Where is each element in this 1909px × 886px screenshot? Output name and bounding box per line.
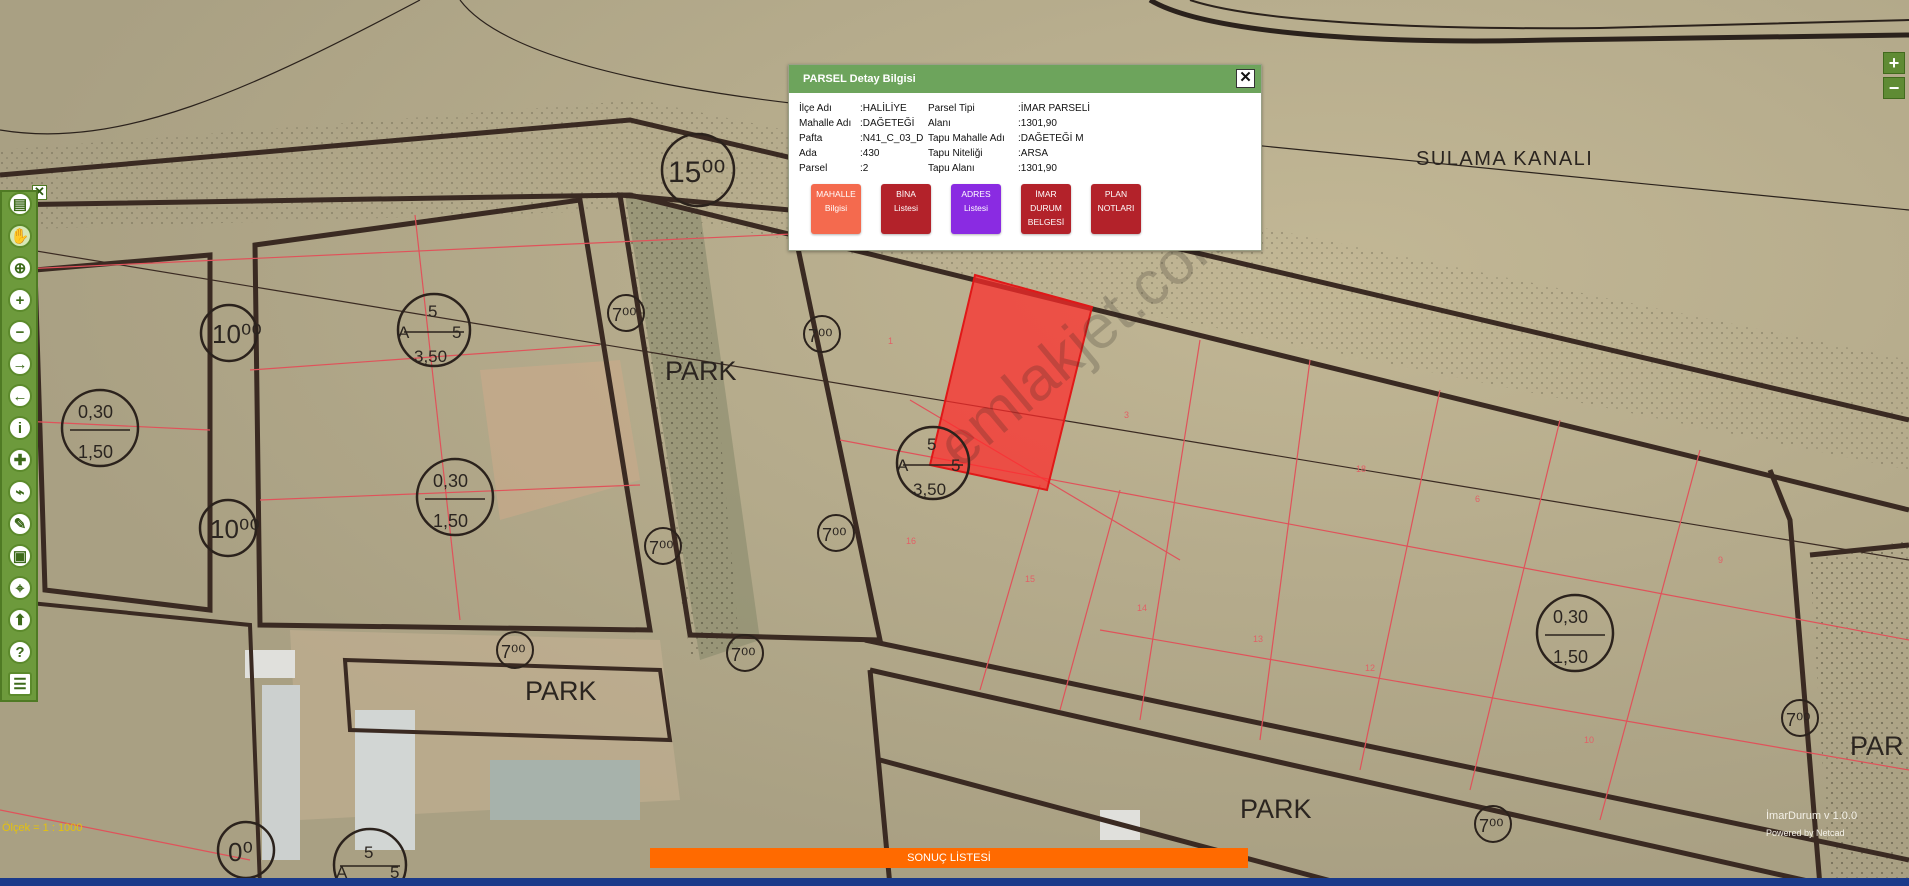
svg-text:1,50: 1,50 (433, 511, 468, 531)
svg-text:7⁰⁰: 7⁰⁰ (649, 538, 673, 558)
info-row: Tapu Alanı:1301,90 (928, 163, 1057, 174)
draw-icon[interactable]: ✎ (8, 512, 32, 536)
svg-text:1,50: 1,50 (1553, 647, 1588, 667)
svg-text:5: 5 (364, 843, 373, 862)
export-icon[interactable]: ⬆ (8, 608, 32, 632)
label-park-bottom-left: PARK (525, 676, 597, 706)
next-extent-icon[interactable]: → (8, 352, 32, 376)
location-icon[interactable]: ⌖ (8, 576, 32, 600)
svg-text:10: 10 (1584, 735, 1594, 745)
parcel-info-left: İlçe Adı:HALİLİYE Mahalle Adı:DAĞETEĞİ P… (799, 101, 924, 176)
svg-text:14: 14 (1137, 603, 1147, 613)
previous-extent-icon[interactable]: ← (8, 384, 32, 408)
svg-text:7⁰⁰: 7⁰⁰ (731, 645, 755, 665)
svg-text:15⁰⁰: 15⁰⁰ (668, 156, 725, 189)
svg-text:10⁰⁰: 10⁰⁰ (212, 319, 262, 349)
plan-notlari-button[interactable]: PLAN NOTLARI (1091, 184, 1141, 234)
svg-text:5: 5 (428, 302, 437, 321)
info-row: İlçe Adı:HALİLİYE (799, 103, 907, 114)
svg-text:7⁰⁰: 7⁰⁰ (822, 525, 846, 545)
svg-text:5: 5 (927, 435, 936, 454)
svg-text:16: 16 (906, 536, 916, 546)
parcel-info-right: Parsel Tipi:İMAR PARSELİ Alanı:1301,90 T… (928, 101, 1098, 176)
zoom-in-button[interactable]: + (1883, 52, 1905, 74)
svg-text:0,30: 0,30 (78, 402, 113, 422)
zoom-out-icon[interactable]: − (8, 320, 32, 344)
svg-text:18: 18 (1356, 464, 1366, 474)
print-icon[interactable]: ▣ (8, 544, 32, 568)
info-row: Mahalle Adı:DAĞETEĞİ (799, 118, 915, 129)
map-toolbar: ▤ ✋ ⊕ + − → ← i ✚ ⌁ ✎ ▣ ⌖ ⬆ ? ☰ (0, 190, 38, 702)
svg-text:7⁰⁰: 7⁰⁰ (1786, 710, 1810, 730)
svg-text:5: 5 (951, 456, 960, 475)
pan-icon[interactable]: ✋ (8, 224, 32, 248)
svg-text:10⁰⁰: 10⁰⁰ (210, 514, 260, 544)
svg-text:6: 6 (1475, 494, 1480, 504)
popup-header: PARSEL Detay Bilgisi ✕ (789, 65, 1261, 93)
zoom-out-button[interactable]: − (1883, 77, 1905, 99)
results-list-button[interactable]: SONUÇ LİSTESİ (650, 848, 1248, 868)
adres-listesi-button[interactable]: ADRES Listesi (951, 184, 1001, 234)
info-row: Tapu Niteliği:ARSA (928, 148, 1049, 159)
popup-close-button[interactable]: ✕ (1236, 69, 1255, 88)
info-icon[interactable]: i (8, 416, 32, 440)
svg-text:3,50: 3,50 (913, 480, 946, 499)
svg-text:12: 12 (1365, 663, 1375, 673)
mahalle-bilgisi-button[interactable]: MAHALLE Bilgisi (811, 184, 861, 234)
help-icon[interactable]: ? (8, 640, 32, 664)
svg-text:9: 9 (1718, 555, 1723, 565)
svg-text:1: 1 (888, 336, 893, 346)
svg-text:3,50: 3,50 (414, 347, 447, 366)
svg-text:7⁰⁰: 7⁰⁰ (501, 642, 525, 662)
popup-title: PARSEL Detay Bilgisi (803, 73, 916, 85)
info-row: Parsel Tipi:İMAR PARSELİ (928, 103, 1091, 114)
measure-icon[interactable]: ⌁ (8, 480, 32, 504)
svg-text:15: 15 (1025, 574, 1035, 584)
label-sulama-kanali: SULAMA KANALI (1416, 148, 1593, 170)
label-park-bottom-right: PARK (1240, 794, 1312, 824)
bottom-strip (0, 878, 1909, 886)
menu-icon[interactable]: ☰ (8, 672, 32, 696)
version-label: İmarDurum v 1.0.0 (1766, 810, 1858, 822)
svg-text:A: A (897, 456, 909, 475)
svg-text:13: 13 (1253, 634, 1263, 644)
parcel-detail-popup: PARSEL Detay Bilgisi ✕ İlçe Adı:HALİLİYE… (788, 64, 1262, 251)
layers-icon[interactable]: ▤ (8, 192, 32, 216)
info-row: Tapu Mahalle Adı:DAĞETEĞİ M (928, 133, 1084, 144)
building (490, 760, 640, 820)
svg-text:0⁰: 0⁰ (228, 837, 253, 867)
svg-text:7⁰⁰: 7⁰⁰ (612, 305, 636, 325)
info-row: Parsel:2 (799, 163, 869, 174)
scale-readout: Ölçek = 1 : 1000 (2, 822, 83, 834)
info-row: Ada:430 (799, 148, 880, 159)
svg-text:0,30: 0,30 (433, 471, 468, 491)
svg-text:7⁰⁰: 7⁰⁰ (1479, 816, 1503, 836)
svg-text:0,30: 0,30 (1553, 607, 1588, 627)
info-row: Pafta:N41_C_03_D (799, 133, 924, 144)
label-park-top: PARK (665, 356, 737, 386)
bina-listesi-button[interactable]: BİNA Listesi (881, 184, 931, 234)
label-park-far-right: PAR (1850, 731, 1904, 761)
svg-text:5: 5 (452, 323, 461, 342)
identify-icon[interactable]: ✚ (8, 448, 32, 472)
full-extent-icon[interactable]: ⊕ (8, 256, 32, 280)
imar-durum-belgesi-button[interactable]: İMAR DURUM BELGESİ (1021, 184, 1071, 234)
svg-text:1,50: 1,50 (78, 442, 113, 462)
powered-by-label: Powered by Netcad (1766, 828, 1845, 838)
zoom-in-icon[interactable]: + (8, 288, 32, 312)
svg-text:A: A (398, 323, 410, 342)
svg-text:3: 3 (1124, 410, 1129, 420)
svg-text:7⁰⁰: 7⁰⁰ (808, 326, 832, 346)
info-row: Alanı:1301,90 (928, 118, 1057, 129)
